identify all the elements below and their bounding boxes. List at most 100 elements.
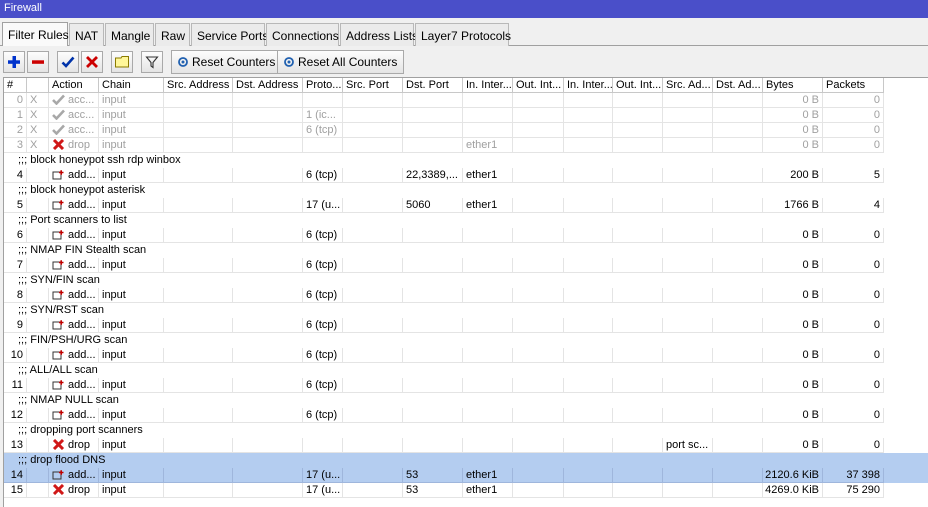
cell-dst-address — [233, 228, 303, 243]
cell-protocol: 6 (tcp) — [303, 378, 343, 393]
cell-dst-port — [403, 438, 463, 453]
cell-flag: X — [27, 93, 49, 108]
rule-comment[interactable]: ;;; drop flood DNS — [4, 453, 928, 468]
rule-comment[interactable]: ;;; SYN/FIN scan — [4, 273, 928, 288]
table-row[interactable]: 1 Xacc... input 1 (ic... 0 B0 — [4, 108, 928, 123]
cell-protocol: 6 (tcp) — [303, 258, 343, 273]
cell-chain: input — [99, 348, 164, 363]
table-row[interactable]: 10 add... input 6 (tcp) 0 B0 — [4, 348, 928, 363]
header-col-out-interface-list[interactable]: Out. Int... — [613, 78, 663, 93]
tab-raw[interactable]: Raw — [155, 23, 190, 46]
header-col-protocol[interactable]: Proto... — [303, 78, 343, 93]
cell-number: 12 — [4, 408, 27, 423]
table-row[interactable]: 6 add... input 6 (tcp) 0 B0 — [4, 228, 928, 243]
reset-counters-button[interactable]: Reset Counters — [171, 50, 283, 74]
cell-src-port — [343, 138, 403, 153]
header-col-src-port[interactable]: Src. Port — [343, 78, 403, 93]
cell-dst-port: 22,3389,... — [403, 168, 463, 183]
header-col-out-interface[interactable]: Out. Int... — [513, 78, 564, 93]
rule-comment[interactable]: ;;; Port scanners to list — [4, 213, 928, 228]
header-col-action[interactable]: Action — [49, 78, 99, 93]
tab-connections[interactable]: Connections — [266, 23, 339, 46]
cell-protocol — [303, 138, 343, 153]
add-button[interactable] — [3, 51, 25, 73]
cell-in-interface-list — [564, 258, 613, 273]
cell-chain: input — [99, 138, 164, 153]
cell-dst-address — [233, 483, 303, 498]
rule-comment[interactable]: ;;; ALL/ALL scan — [4, 363, 928, 378]
filter-rules-table[interactable]: # Action Chain Src. Address Dst. Address Prot… — [3, 77, 928, 507]
header-col-dst-address[interactable]: Dst. Address — [233, 78, 303, 93]
header-col-in-interface[interactable]: In. Inter... — [463, 78, 513, 93]
table-row[interactable]: 8 add... input 6 (tcp) 0 B0 — [4, 288, 928, 303]
action-label: acc... — [68, 94, 95, 106]
filter-button[interactable] — [141, 51, 163, 73]
cell-src-port — [343, 123, 403, 138]
enable-button[interactable] — [57, 51, 79, 73]
rule-comment[interactable]: ;;; NMAP NULL scan — [4, 393, 928, 408]
rule-comment[interactable]: ;;; FIN/PSH/URG scan — [4, 333, 928, 348]
disable-button[interactable] — [81, 51, 103, 73]
header-col-packets[interactable]: Packets — [823, 78, 884, 93]
table-row[interactable]: 15 drop input 17 (u... 53 ether1 4269.0 KiB 75 … — [4, 483, 928, 498]
reset-all-counters-icon — [284, 57, 294, 67]
rule-comment[interactable]: ;;; SYN/RST scan — [4, 303, 928, 318]
cell-out-interface — [513, 93, 564, 108]
header-col-src-address[interactable]: Src. Address — [164, 78, 233, 93]
rule-comment[interactable]: ;;; block honeypot asterisk — [4, 183, 928, 198]
cell-src-address-list — [663, 288, 713, 303]
tab-nat[interactable]: NAT — [69, 23, 104, 46]
tab-filter-rules[interactable]: Filter Rules — [2, 22, 69, 46]
cell-out-interface — [513, 168, 564, 183]
cell-src-address-list — [663, 258, 713, 273]
tab-address-lists[interactable]: Address Lists — [340, 23, 418, 46]
table-row[interactable]: 11 add... input 6 (tcp) 0 B0 — [4, 378, 928, 393]
cell-dst-address — [233, 378, 303, 393]
rule-comment[interactable]: ;;; block honeypot ssh rdp winbox — [4, 153, 928, 168]
cell-src-address — [164, 378, 233, 393]
tab-service-ports[interactable]: Service Ports — [191, 23, 268, 46]
table-row[interactable]: 12 add... input 6 (tcp) 0 B0 — [4, 408, 928, 423]
tab-mangle[interactable]: Mangle — [105, 23, 154, 46]
header-col-flag[interactable] — [27, 78, 49, 93]
table-row[interactable]: 13 drop input port sc... 0 B0 — [4, 438, 928, 453]
accept-check-icon — [52, 109, 65, 120]
comment-button[interactable] — [111, 51, 133, 73]
cell-dst-address — [233, 258, 303, 273]
header-col-dst-address-list[interactable]: Dst. Ad... — [713, 78, 763, 93]
enable-check-icon — [61, 56, 75, 68]
cell-in-interface — [463, 378, 513, 393]
remove-button[interactable] — [27, 51, 49, 73]
table-row[interactable]: 4 add... input 6 (tcp) 22,3389,... ether1 200 … — [4, 168, 928, 183]
header-col-chain[interactable]: Chain — [99, 78, 164, 93]
cell-dst-address-list — [713, 408, 763, 423]
table-row[interactable]: 7 add... input 6 (tcp) 0 B0 — [4, 258, 928, 273]
action-label: drop — [68, 439, 91, 451]
cell-protocol: 6 (tcp) — [303, 408, 343, 423]
header-col-src-address-list[interactable]: Src. Ad... — [663, 78, 713, 93]
action-label: add... — [68, 229, 96, 241]
table-row[interactable]: 3 Xdrop input ether1 0 B0 — [4, 138, 928, 153]
table-row[interactable]: 5 add... input 17 (u... 5060 ether1 1766 B4 — [4, 198, 928, 213]
cell-src-port — [343, 168, 403, 183]
cell-protocol: 17 (u... — [303, 483, 343, 498]
rule-comment[interactable]: ;;; dropping port scanners — [4, 423, 928, 438]
table-row[interactable]: 0 Xacc... input 0 B0 — [4, 93, 928, 108]
cell-in-interface-list — [564, 468, 613, 483]
tab-layer7-protocols[interactable]: Layer7 Protocols — [415, 23, 511, 46]
table-row[interactable]: 14 add... input 17 (u... 53 ether1 2120.6 KiB 3… — [4, 468, 928, 483]
table-row[interactable]: 9 add... input 6 (tcp) 0 B0 — [4, 318, 928, 333]
cell-protocol: 6 (tcp) — [303, 288, 343, 303]
cell-dst-address — [233, 138, 303, 153]
cell-action: add... — [49, 288, 99, 303]
cell-number: 11 — [4, 378, 27, 393]
cell-out-interface — [513, 123, 564, 138]
header-col-number[interactable]: # — [4, 78, 27, 93]
header-col-bytes[interactable]: Bytes — [763, 78, 823, 93]
table-row[interactable]: 2 Xacc... input 6 (tcp) 0 B0 — [4, 123, 928, 138]
add-to-list-icon — [52, 470, 64, 480]
reset-all-counters-button[interactable]: Reset All Counters — [277, 50, 405, 74]
header-col-dst-port[interactable]: Dst. Port — [403, 78, 463, 93]
header-col-in-interface-list[interactable]: In. Inter... — [564, 78, 613, 93]
rule-comment[interactable]: ;;; NMAP FIN Stealth scan — [4, 243, 928, 258]
